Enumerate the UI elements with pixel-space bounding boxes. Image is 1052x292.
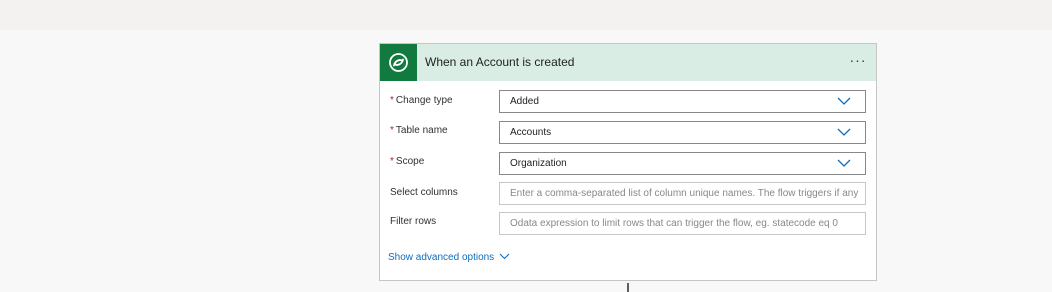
dataverse-logo-icon bbox=[380, 44, 417, 81]
select-columns-label: Select columns bbox=[390, 187, 458, 198]
show-advanced-options-link[interactable]: Show advanced options bbox=[388, 252, 494, 263]
scope-value: Organization bbox=[510, 158, 567, 169]
scope-label: * Scope bbox=[390, 156, 424, 167]
scope-dropdown[interactable]: Organization bbox=[499, 152, 866, 175]
change-type-value: Added bbox=[510, 96, 539, 107]
chevron-down-icon bbox=[837, 97, 851, 105]
trigger-card-title: When an Account is created bbox=[425, 55, 575, 69]
trigger-card: When an Account is created ··· * Change t… bbox=[379, 43, 877, 281]
table-name-label: * Table name bbox=[390, 125, 448, 136]
required-asterisk: * bbox=[390, 125, 394, 136]
trigger-card-header[interactable]: When an Account is created ··· bbox=[380, 44, 876, 81]
chevron-down-icon[interactable] bbox=[499, 253, 510, 260]
chevron-down-icon bbox=[837, 128, 851, 136]
filter-rows-placeholder: Odata expression to limit rows that can … bbox=[510, 218, 838, 229]
table-name-value: Accounts bbox=[510, 127, 552, 138]
select-columns-input[interactable]: Enter a comma-separated list of column u… bbox=[499, 182, 866, 205]
required-asterisk: * bbox=[390, 156, 394, 167]
chevron-down-icon bbox=[837, 159, 851, 167]
change-type-label: * Change type bbox=[390, 95, 453, 106]
filter-rows-label: Filter rows bbox=[390, 216, 437, 227]
filter-rows-input[interactable]: Odata expression to limit rows that can … bbox=[499, 212, 866, 235]
change-type-dropdown[interactable]: Added bbox=[499, 90, 866, 113]
required-asterisk: * bbox=[390, 95, 394, 106]
select-columns-placeholder: Enter a comma-separated list of column u… bbox=[510, 188, 859, 199]
scope-label-text: Scope bbox=[395, 156, 425, 167]
table-name-label-text: Table name bbox=[395, 125, 448, 136]
flow-connector-line bbox=[627, 283, 629, 292]
change-type-label-text: Change type bbox=[395, 95, 453, 106]
table-name-dropdown[interactable]: Accounts bbox=[499, 121, 866, 144]
more-options-menu-button[interactable]: ··· bbox=[847, 50, 869, 70]
top-bar bbox=[0, 0, 1052, 30]
